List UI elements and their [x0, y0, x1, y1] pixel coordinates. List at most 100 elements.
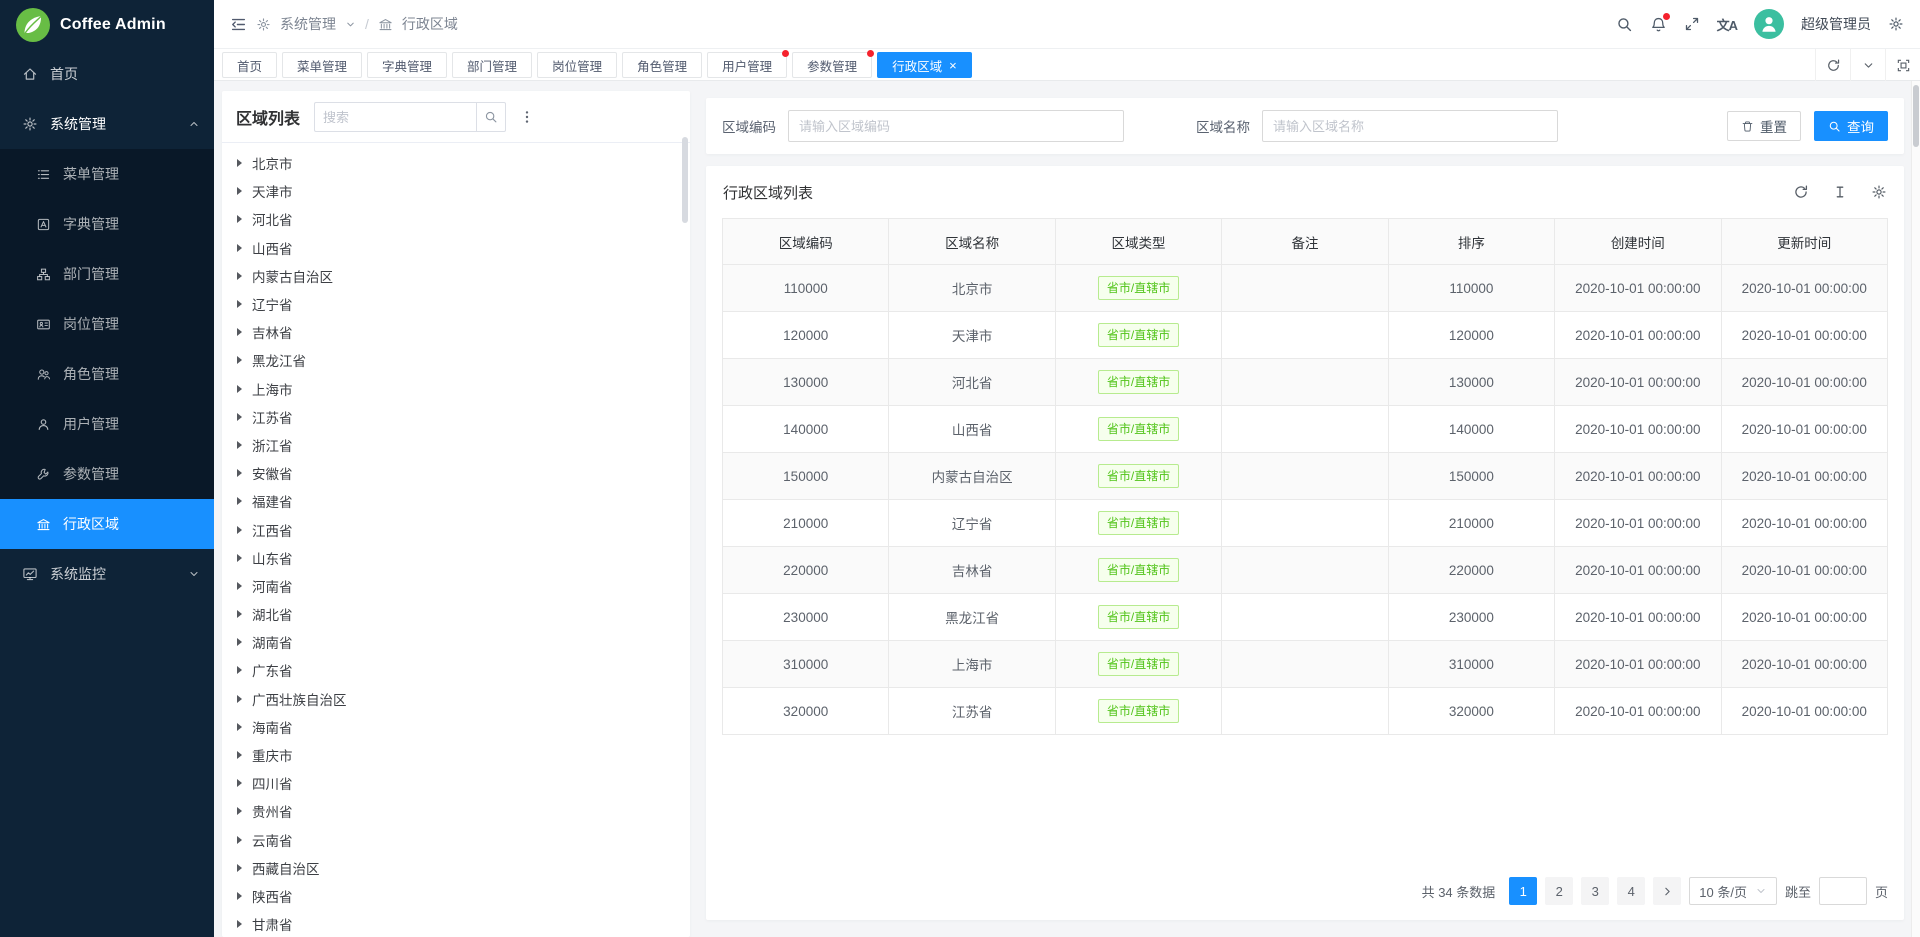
- page-scrollbar-thumb[interactable]: [1913, 85, 1919, 147]
- page-tab[interactable]: 用户管理 ×: [707, 52, 787, 78]
- refresh-tab-button[interactable]: [1815, 49, 1850, 81]
- more-options-icon[interactable]: [519, 109, 535, 125]
- tree-search-button[interactable]: [476, 102, 506, 132]
- table-row[interactable]: 130000 河北省 省市/直辖市 130000 2020-10-01 00:0…: [723, 359, 1888, 406]
- caret-right-icon[interactable]: [237, 469, 242, 477]
- caret-right-icon[interactable]: [237, 638, 242, 646]
- sidebar-subitem[interactable]: 菜单管理: [0, 149, 214, 199]
- tree-node[interactable]: 山东省: [237, 544, 690, 572]
- tree-node[interactable]: 吉林省: [237, 318, 690, 346]
- page-tab[interactable]: 参数管理 ×: [792, 52, 872, 78]
- tree-node[interactable]: 云南省: [237, 826, 690, 854]
- caret-right-icon[interactable]: [237, 695, 242, 703]
- page-tab[interactable]: 岗位管理 ×: [537, 52, 617, 78]
- tree-node[interactable]: 广东省: [237, 656, 690, 684]
- sidebar-subitem[interactable]: 字典管理: [0, 199, 214, 249]
- caret-right-icon[interactable]: [237, 441, 242, 449]
- column-header[interactable]: 更新时间: [1721, 219, 1887, 265]
- sidebar-subitem[interactable]: 部门管理: [0, 249, 214, 299]
- next-page-button[interactable]: [1653, 877, 1681, 905]
- reset-button[interactable]: 重置: [1727, 111, 1801, 141]
- tree-node[interactable]: 四川省: [237, 769, 690, 797]
- page-tab[interactable]: 行政区域 ×: [877, 52, 972, 78]
- tree-node[interactable]: 重庆市: [237, 741, 690, 769]
- caret-right-icon[interactable]: [237, 864, 242, 872]
- caret-right-icon[interactable]: [237, 666, 242, 674]
- page-number-button[interactable]: 2: [1545, 877, 1573, 905]
- fullscreen-icon[interactable]: [1684, 16, 1700, 32]
- tree-node[interactable]: 河南省: [237, 572, 690, 600]
- table-row[interactable]: 220000 吉林省 省市/直辖市 220000 2020-10-01 00:0…: [723, 547, 1888, 594]
- table-row[interactable]: 110000 北京市 省市/直辖市 110000 2020-10-01 00:0…: [723, 265, 1888, 312]
- tree-node[interactable]: 广西壮族自治区: [237, 685, 690, 713]
- tree-node[interactable]: 海南省: [237, 713, 690, 741]
- sidebar-subitem[interactable]: 用户管理: [0, 399, 214, 449]
- search-button[interactable]: 查询: [1814, 111, 1888, 141]
- page-tab[interactable]: 字典管理 ×: [367, 52, 447, 78]
- maximize-content-button[interactable]: [1885, 49, 1920, 81]
- tree-node[interactable]: 黑龙江省: [237, 346, 690, 374]
- caret-right-icon[interactable]: [237, 413, 242, 421]
- row-height-icon[interactable]: [1832, 184, 1848, 200]
- tree-node[interactable]: 贵州省: [237, 797, 690, 825]
- tree-node[interactable]: 上海市: [237, 375, 690, 403]
- tree-node[interactable]: 内蒙古自治区: [237, 262, 690, 290]
- table-row[interactable]: 150000 内蒙古自治区 省市/直辖市 150000 2020-10-01 0…: [723, 453, 1888, 500]
- caret-right-icon[interactable]: [237, 215, 242, 223]
- tree-node[interactable]: 河北省: [237, 205, 690, 233]
- collapse-sidebar-icon[interactable]: [230, 16, 247, 33]
- tree-node[interactable]: 福建省: [237, 487, 690, 515]
- table-row[interactable]: 120000 天津市 省市/直辖市 120000 2020-10-01 00:0…: [723, 312, 1888, 359]
- tree-node[interactable]: 安徽省: [237, 459, 690, 487]
- caret-right-icon[interactable]: [237, 723, 242, 731]
- caret-right-icon[interactable]: [237, 244, 242, 252]
- page-tab[interactable]: 部门管理 ×: [452, 52, 532, 78]
- caret-right-icon[interactable]: [237, 582, 242, 590]
- tree-node[interactable]: 湖南省: [237, 628, 690, 656]
- caret-right-icon[interactable]: [237, 751, 242, 759]
- page-jump-input[interactable]: [1819, 877, 1867, 905]
- caret-right-icon[interactable]: [237, 385, 242, 393]
- caret-right-icon[interactable]: [237, 187, 242, 195]
- caret-right-icon[interactable]: [237, 300, 242, 308]
- sidebar-subitem[interactable]: 参数管理: [0, 449, 214, 499]
- tree-node[interactable]: 西藏自治区: [237, 854, 690, 882]
- tree-node[interactable]: 湖北省: [237, 600, 690, 628]
- caret-right-icon[interactable]: [237, 836, 242, 844]
- settings-gear-icon[interactable]: [1888, 16, 1904, 32]
- sidebar-subitem[interactable]: 角色管理: [0, 349, 214, 399]
- caret-right-icon[interactable]: [237, 356, 242, 364]
- tree-node[interactable]: 天津市: [237, 177, 690, 205]
- caret-right-icon[interactable]: [237, 807, 242, 815]
- sidebar-group-system[interactable]: 系统管理: [0, 99, 214, 149]
- caret-right-icon[interactable]: [237, 779, 242, 787]
- caret-right-icon[interactable]: [237, 892, 242, 900]
- table-row[interactable]: 320000 江苏省 省市/直辖市 320000 2020-10-01 00:0…: [723, 688, 1888, 735]
- tree-node[interactable]: 辽宁省: [237, 290, 690, 318]
- caret-right-icon[interactable]: [237, 328, 242, 336]
- sidebar-item-home[interactable]: 首页: [0, 49, 214, 99]
- avatar[interactable]: [1754, 9, 1784, 39]
- tree-node[interactable]: 浙江省: [237, 431, 690, 459]
- table-row[interactable]: 140000 山西省 省市/直辖市 140000 2020-10-01 00:0…: [723, 406, 1888, 453]
- column-header[interactable]: 排序: [1388, 219, 1554, 265]
- refresh-icon[interactable]: [1793, 184, 1809, 200]
- search-icon[interactable]: [1616, 16, 1633, 33]
- column-header[interactable]: 区域编码: [723, 219, 889, 265]
- column-settings-gear-icon[interactable]: [1871, 184, 1887, 200]
- caret-right-icon[interactable]: [237, 526, 242, 534]
- tree-node[interactable]: 江苏省: [237, 403, 690, 431]
- sidebar-group-monitor[interactable]: 系统监控: [0, 549, 214, 599]
- caret-right-icon[interactable]: [237, 272, 242, 280]
- column-header[interactable]: 区域类型: [1055, 219, 1221, 265]
- tree-node[interactable]: 江西省: [237, 515, 690, 543]
- page-tab[interactable]: 首页 ×: [222, 52, 277, 78]
- tree-scrollbar-thumb[interactable]: [682, 137, 688, 223]
- page-number-button[interactable]: 3: [1581, 877, 1609, 905]
- breadcrumb-section[interactable]: 系统管理: [280, 14, 336, 34]
- tree-node[interactable]: 陕西省: [237, 882, 690, 910]
- tree-node[interactable]: 山西省: [237, 234, 690, 262]
- column-header[interactable]: 创建时间: [1555, 219, 1721, 265]
- column-header[interactable]: 备注: [1222, 219, 1388, 265]
- caret-right-icon[interactable]: [237, 554, 242, 562]
